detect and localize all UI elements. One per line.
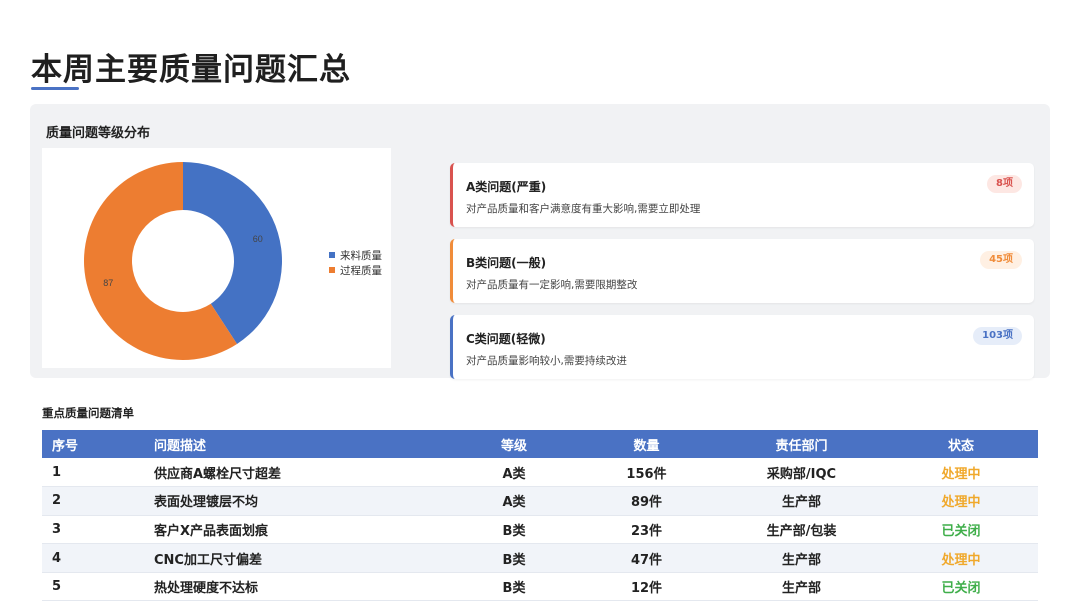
cell-dept: 生产部 xyxy=(719,486,884,516)
header-desc[interactable]: 问题描述 xyxy=(154,430,454,458)
status-badge: 处理中 xyxy=(884,458,1038,488)
distribution-title: 质量问题等级分布 xyxy=(46,126,151,141)
cell-desc: CNC加工尺寸偏差 xyxy=(154,543,454,573)
level-count-badge: 103项 xyxy=(973,327,1022,345)
level-card-description: 对产品质量和客户满意度有重大影响,需要立即处理 xyxy=(466,203,701,215)
donut-chart: 60 87 来料质量过程质量 xyxy=(42,148,391,368)
pie-value-label: 87 xyxy=(103,278,113,288)
cell-qty: 89件 xyxy=(574,486,719,516)
table-row[interactable]: 1 供应商A螺栓尺寸超差 A类 156件 采购部/IQC 处理中 xyxy=(42,458,1038,488)
cell-dept: 生产部 xyxy=(719,572,884,602)
cell-no: 1 xyxy=(42,458,154,488)
pie-value-label: 60 xyxy=(253,234,263,244)
level-card-title: A类问题(严重) xyxy=(466,180,547,194)
cell-level: A类 xyxy=(454,486,574,516)
issue-table: 序号 问题描述 等级 数量 责任部门 状态 1 供应商A螺栓尺寸超差 A类 156件采… xyxy=(42,430,1038,602)
table-row[interactable]: 2 表面处理镀层不均 A类 89件 生产部 处理中 xyxy=(42,486,1038,516)
cell-dept: 生产部/包装 xyxy=(719,515,884,545)
level-card-description: 对产品质量有一定影响,需要限期整改 xyxy=(466,279,638,291)
header-status[interactable]: 状态 xyxy=(884,430,1038,458)
cell-qty: 23件 xyxy=(574,515,719,545)
level-card[interactable]: B类问题(一般) 对产品质量有一定影响,需要限期整改 45项 xyxy=(450,239,1034,303)
cell-level: B类 xyxy=(454,543,574,573)
cell-desc: 表面处理镀层不均 xyxy=(154,486,454,516)
cell-qty: 47件 xyxy=(574,543,719,573)
table-row[interactable]: 5 热处理硬度不达标 B类 12件 生产部 已关闭 xyxy=(42,572,1038,602)
issue-list-title: 重点质量问题清单 xyxy=(42,406,134,420)
cell-dept: 生产部 xyxy=(719,543,884,573)
header-dept[interactable]: 责任部门 xyxy=(719,430,884,458)
level-card[interactable]: C类问题(轻微) 对产品质量影响较小,需要持续改进 103项 xyxy=(450,315,1034,379)
header-qty[interactable]: 数量 xyxy=(574,430,719,458)
cell-level: B类 xyxy=(454,515,574,545)
level-card-description: 对产品质量影响较小,需要持续改进 xyxy=(466,355,627,367)
status-badge: 处理中 xyxy=(884,486,1038,516)
cell-desc: 供应商A螺栓尺寸超差 xyxy=(154,458,454,488)
cell-no: 3 xyxy=(42,515,154,545)
cell-qty: 156件 xyxy=(574,458,719,488)
donut-chart-svg: 60 87 来料质量过程质量 xyxy=(83,162,382,360)
level-count-badge: 8项 xyxy=(987,175,1022,193)
cell-desc: 客户X产品表面划痕 xyxy=(154,515,454,545)
legend-label: 来料质量 xyxy=(340,249,382,262)
level-count-badge: 45项 xyxy=(980,251,1022,269)
status-badge: 处理中 xyxy=(884,543,1038,573)
cell-no: 4 xyxy=(42,543,154,573)
cell-level: B类 xyxy=(454,572,574,602)
legend-swatch xyxy=(329,267,335,273)
status-badge: 已关闭 xyxy=(884,515,1038,545)
header-no[interactable]: 序号 xyxy=(42,430,154,458)
level-card[interactable]: A类问题(严重) 对产品质量和客户满意度有重大影响,需要立即处理 8项 xyxy=(450,163,1034,227)
level-card-title: C类问题(轻微) xyxy=(466,332,546,346)
legend-swatch xyxy=(329,252,335,258)
table-row[interactable]: 3 客户X产品表面划痕 B类 23件 生产部/包装 已关闭 xyxy=(42,515,1038,545)
header-level[interactable]: 等级 xyxy=(454,430,574,458)
cell-no: 2 xyxy=(42,486,154,516)
level-card-title: B类问题(一般) xyxy=(466,256,547,270)
issue-table-header: 序号 问题描述 等级 数量 责任部门 状态 xyxy=(42,430,1038,458)
cell-dept: 采购部/IQC xyxy=(719,458,884,488)
page-title: 本周主要质量问题汇总 xyxy=(31,52,351,88)
status-badge: 已关闭 xyxy=(884,572,1038,602)
table-row[interactable]: 4 CNC加工尺寸偏差 B类 47件 生产部 处理中 xyxy=(42,543,1038,573)
cell-level: A类 xyxy=(454,458,574,488)
title-underline xyxy=(31,87,79,90)
cell-no: 5 xyxy=(42,572,154,602)
legend-label: 过程质量 xyxy=(340,264,382,277)
cell-qty: 12件 xyxy=(574,572,719,602)
cell-desc: 热处理硬度不达标 xyxy=(154,572,454,602)
